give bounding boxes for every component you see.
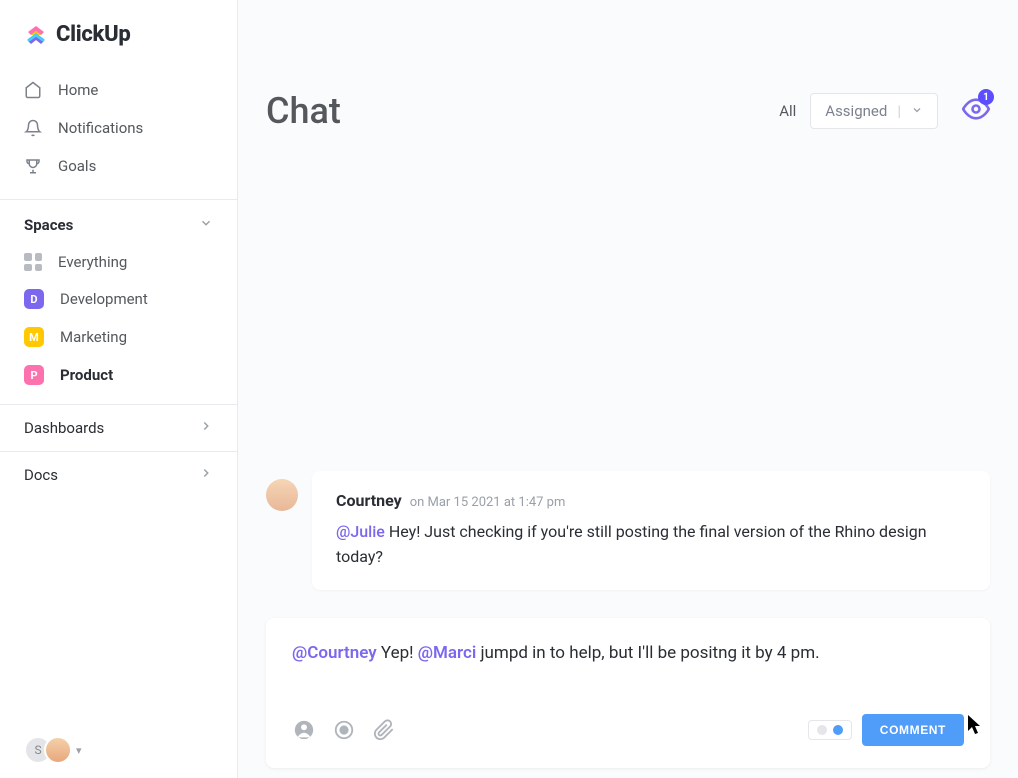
nav-docs[interactable]: Docs <box>0 451 237 498</box>
chat-area: Courtney on Mar 15 2021 at 1:47 pm @Juli… <box>238 154 1018 778</box>
mention[interactable]: @Courtney <box>292 643 377 663</box>
composer-actions: COMMENT <box>808 714 964 746</box>
notify-toggle[interactable] <box>808 720 852 740</box>
watchers-button[interactable]: 1 <box>962 95 990 127</box>
composer-text-part: jumpd in to help, but I'll be positng it… <box>476 643 819 663</box>
nav-label: Notifications <box>58 119 143 137</box>
message-header: Courtney on Mar 15 2021 at 1:47 pm <box>336 491 966 510</box>
bell-icon <box>24 119 42 137</box>
trophy-icon <box>24 157 42 175</box>
space-product[interactable]: P Product <box>0 356 237 394</box>
composer-content[interactable]: @Courtney Yep! @Marci jumpd in to help, … <box>292 640 964 666</box>
space-badge: M <box>24 327 44 347</box>
space-label: Everything <box>58 253 127 271</box>
space-everything[interactable]: Everything <box>0 244 237 280</box>
filter-group: All Assigned | <box>779 93 938 129</box>
sidebar: ClickUp Home Notifications Goals Spaces <box>0 0 238 778</box>
page-title: Chat <box>266 90 755 132</box>
message-card: Courtney on Mar 15 2021 at 1:47 pm @Juli… <box>312 471 990 590</box>
filter-all[interactable]: All <box>779 102 796 120</box>
chevron-right-icon <box>199 466 213 484</box>
chevron-down-icon <box>199 216 213 234</box>
toggle-dot <box>833 725 843 735</box>
message-timestamp: on Mar 15 2021 at 1:47 pm <box>410 495 566 510</box>
space-label: Development <box>60 290 148 308</box>
main-content: Chat All Assigned | 1 Courtney <box>238 0 1018 778</box>
grid-icon <box>24 253 42 271</box>
mention[interactable]: @Marci <box>418 643 477 663</box>
avatar-stack: S <box>24 736 72 764</box>
primary-nav: Home Notifications Goals <box>0 65 237 191</box>
page-header: Chat All Assigned | 1 <box>238 0 1018 154</box>
attachment-icon[interactable] <box>372 718 396 742</box>
message-text: Hey! Just checking if you're still posti… <box>336 522 927 566</box>
nav-home[interactable]: Home <box>0 71 237 109</box>
home-icon <box>24 81 42 99</box>
composer-text-part: Yep! <box>377 643 418 663</box>
space-marketing[interactable]: M Marketing <box>0 318 237 356</box>
eye-icon <box>962 108 990 127</box>
nav-goals[interactable]: Goals <box>0 147 237 185</box>
nav-label: Goals <box>58 157 96 175</box>
filter-label: Assigned <box>825 102 887 120</box>
watchers-count: 1 <box>978 89 994 105</box>
nav-dashboards[interactable]: Dashboards <box>0 404 237 451</box>
space-badge: D <box>24 289 44 309</box>
toggle-dot <box>817 725 827 735</box>
chevron-down-icon <box>911 102 923 120</box>
comment-button[interactable]: COMMENT <box>862 714 964 746</box>
brand-name: ClickUp <box>56 22 131 47</box>
logo[interactable]: ClickUp <box>0 0 237 65</box>
filter-assigned-dropdown[interactable]: Assigned | <box>810 93 938 129</box>
chevron-right-icon <box>199 419 213 437</box>
space-development[interactable]: D Development <box>0 280 237 318</box>
section-label: Docs <box>24 466 58 484</box>
section-label: Dashboards <box>24 419 104 437</box>
avatar <box>266 479 298 511</box>
space-label: Product <box>60 366 113 384</box>
spaces-header[interactable]: Spaces <box>0 202 237 244</box>
space-label: Marketing <box>60 328 127 346</box>
record-icon[interactable] <box>332 718 356 742</box>
spaces-title: Spaces <box>24 216 73 234</box>
nav-notifications[interactable]: Notifications <box>0 109 237 147</box>
composer-toolbar: COMMENT <box>292 714 964 746</box>
chevron-down-icon: ▾ <box>76 744 82 757</box>
comment-composer[interactable]: @Courtney Yep! @Marci jumpd in to help, … <box>266 618 990 768</box>
message-author: Courtney <box>336 491 402 510</box>
mention[interactable]: @Julie <box>336 522 385 541</box>
clickup-logo-icon <box>24 23 48 47</box>
message-body: @Julie Hey! Just checking if you're stil… <box>336 520 966 570</box>
separator: | <box>897 102 901 120</box>
message: Courtney on Mar 15 2021 at 1:47 pm @Juli… <box>266 471 990 590</box>
avatar <box>44 736 72 764</box>
nav-label: Home <box>58 81 98 99</box>
space-badge: P <box>24 365 44 385</box>
sidebar-footer[interactable]: S ▾ <box>0 722 237 778</box>
assign-icon[interactable] <box>292 718 316 742</box>
